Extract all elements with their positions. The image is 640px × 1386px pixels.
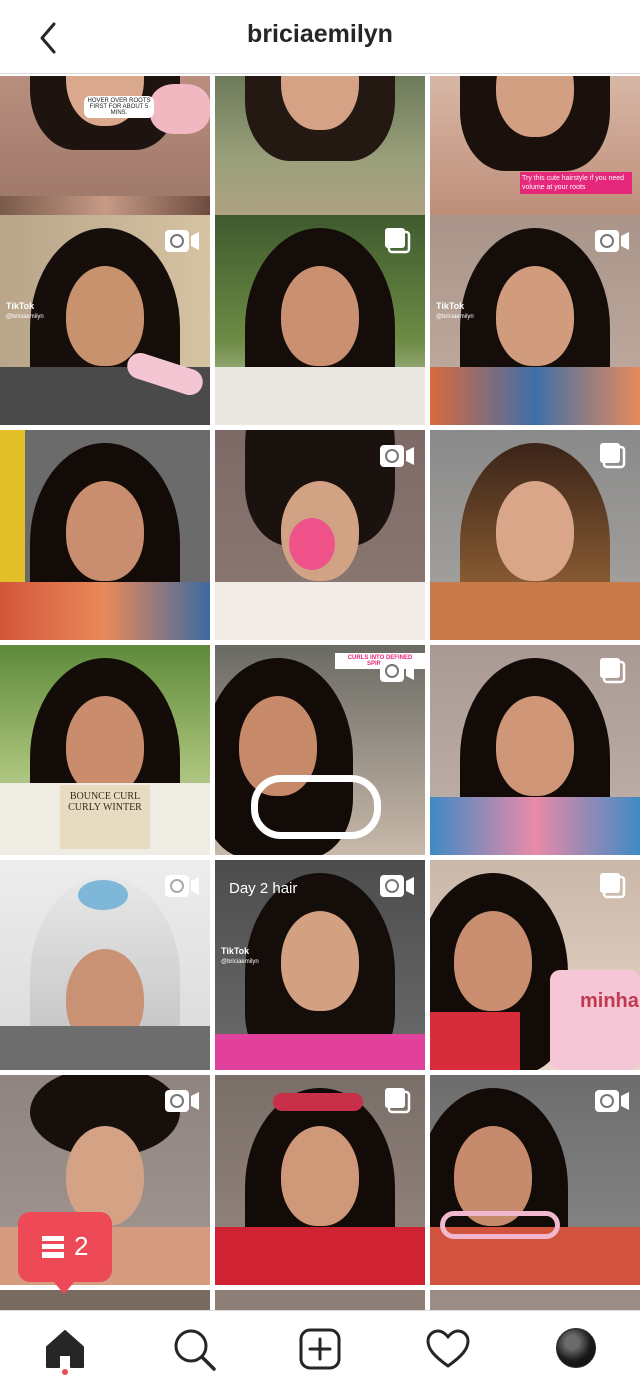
notification-count: 2 [74, 1231, 89, 1261]
video-badge [594, 227, 630, 255]
post-overlay-text: minha [580, 990, 639, 1012]
video-camera-icon [165, 1090, 199, 1112]
post-thumbnail[interactable]: BOUNCE CURL CURLY WINTER [0, 645, 210, 855]
post-thumbnail[interactable]: minha [430, 860, 640, 1070]
add-post-icon [299, 1328, 341, 1370]
tiktok-watermark: TikTok @briciaemilyn [221, 946, 259, 965]
video-camera-icon [595, 1090, 629, 1112]
carousel-icon [385, 228, 411, 254]
video-badge [164, 1087, 200, 1115]
posts-icon [42, 1236, 64, 1258]
carousel-badge [594, 657, 630, 685]
search-icon [174, 1329, 216, 1371]
new-posts-notification[interactable]: 2 [18, 1212, 112, 1294]
post-thumbnail[interactable] [0, 860, 210, 1070]
post-thumbnail[interactable] [0, 430, 210, 640]
profile-username-title: briciaemilyn [247, 20, 393, 48]
nav-search[interactable] [170, 1325, 218, 1373]
post-overlay-text: BOUNCE CURL CURLY WINTER [60, 785, 150, 849]
post-thumbnail[interactable]: TikTok @briciaemilyn [0, 215, 210, 425]
home-icon [46, 1330, 84, 1368]
tiktok-watermark: TikTok @briciaemilyn [6, 301, 44, 320]
top-bar: briciaemilyn [0, 0, 640, 74]
video-badge [594, 1087, 630, 1115]
video-badge [164, 872, 200, 900]
carousel-icon [385, 1088, 411, 1114]
video-camera-icon [165, 875, 199, 897]
video-badge [379, 872, 415, 900]
post-grid: HOVER OVER ROOTS FIRST FOR ABOUT 5 MINS.… [0, 76, 640, 1310]
post-thumbnail[interactable] [430, 645, 640, 855]
nav-activity[interactable] [424, 1325, 472, 1373]
post-overlay-text: Try this cute hairstyle if you need volu… [520, 172, 632, 194]
carousel-badge [379, 1087, 415, 1115]
post-thumbnail[interactable] [430, 430, 640, 640]
carousel-badge [379, 227, 415, 255]
video-badge [379, 442, 415, 470]
post-thumbnail[interactable] [215, 1075, 425, 1285]
carousel-badge [594, 872, 630, 900]
post-thumbnail[interactable] [430, 1075, 640, 1285]
post-thumbnail[interactable] [0, 1290, 210, 1310]
carousel-icon [600, 443, 626, 469]
video-camera-icon [595, 230, 629, 252]
post-thumbnail[interactable]: Day 2 hair TikTok @briciaemilyn [215, 860, 425, 1070]
video-camera-icon [380, 875, 414, 897]
video-camera-icon [165, 230, 199, 252]
video-camera-icon [380, 660, 414, 682]
post-thumbnail[interactable] [430, 1290, 640, 1310]
carousel-icon [600, 873, 626, 899]
post-thumbnail[interactable] [215, 215, 425, 425]
post-thumbnail[interactable] [215, 430, 425, 640]
nav-home[interactable] [41, 1325, 89, 1373]
video-badge [379, 657, 415, 685]
post-overlay-text: Day 2 hair [229, 880, 298, 897]
active-indicator-dot [62, 1369, 68, 1375]
bottom-navigation [0, 1310, 640, 1386]
post-thumbnail[interactable] [215, 1290, 425, 1310]
nav-new-post[interactable] [296, 1325, 344, 1373]
video-camera-icon [380, 445, 414, 467]
tiktok-watermark: TikTok @briciaemilyn [436, 301, 474, 320]
video-badge [164, 227, 200, 255]
post-overlay-text: HOVER OVER ROOTS FIRST FOR ABOUT 5 MINS. [84, 96, 154, 118]
profile-avatar[interactable] [556, 1328, 596, 1368]
post-thumbnail[interactable]: CURLS INTO DEFINED SPIRALS [215, 645, 425, 855]
heart-icon [426, 1329, 470, 1368]
carousel-icon [600, 658, 626, 684]
post-thumbnail[interactable]: TikTok @briciaemilyn [430, 215, 640, 425]
carousel-badge [594, 442, 630, 470]
